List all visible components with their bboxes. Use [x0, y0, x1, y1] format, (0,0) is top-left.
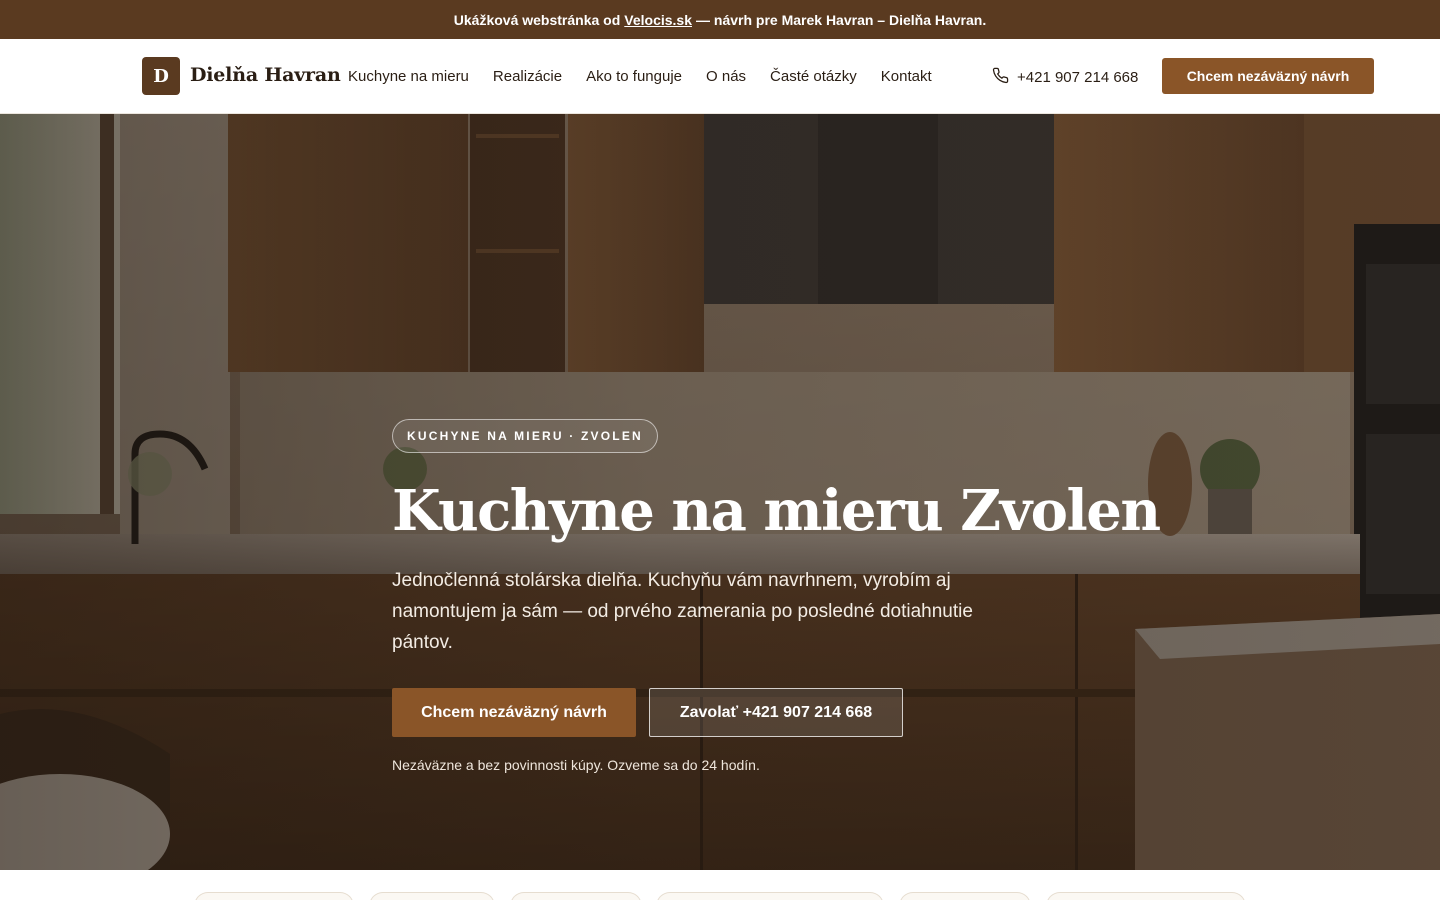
nav-item-caste-otazky[interactable]: Časté otázky: [770, 68, 857, 85]
phone-icon: [992, 67, 1009, 88]
next-section-strip: [0, 870, 1440, 900]
feature-chip: [194, 892, 354, 900]
hero-buttons: Chcem nezáväzný návrh Zavolať +421 907 2…: [392, 688, 1072, 737]
logo-mark[interactable]: D: [142, 57, 180, 95]
feature-chip: [1046, 892, 1246, 900]
feature-chip: [369, 892, 495, 900]
header-cta-button[interactable]: Chcem nezáväzný návrh: [1162, 58, 1374, 94]
feature-chip: [899, 892, 1031, 900]
banner-prefix: Ukážková webstránka od: [453, 11, 621, 28]
nav-item-realizacie[interactable]: Realizácie: [493, 68, 562, 85]
hero-title: Kuchyne na mieru Zvolen: [392, 478, 1161, 544]
nav-item-kontakt[interactable]: Kontakt: [881, 68, 932, 85]
hero-section: KUCHYNE NA MIERU · ZVOLEN Kuchyne na mie…: [0, 114, 1440, 870]
feature-chip: [510, 892, 642, 900]
hero-note: Nezáväzne a bez povinnosti kúpy. Ozveme …: [392, 757, 760, 773]
site-header: D Dielňa Havran Kuchyne na mieru Realizá…: [0, 39, 1440, 114]
hero-subtitle: Jednočlenná stolárska dielňa. Kuchyňu vá…: [392, 570, 973, 653]
hero-eyebrow-badge: KUCHYNE NA MIERU · ZVOLEN: [392, 419, 658, 453]
demo-banner: Ukážková webstránka od Velocis.sk — návr…: [0, 0, 1440, 39]
main-nav: Kuchyne na mieru Realizácie Ako to fungu…: [348, 68, 932, 85]
feature-chip: [656, 892, 884, 900]
banner-link[interactable]: Velocis.sk: [624, 12, 692, 28]
logo-text[interactable]: Dielňa Havran: [190, 64, 341, 86]
nav-item-o-nas[interactable]: O nás: [706, 68, 746, 85]
hero-content: KUCHYNE NA MIERU · ZVOLEN Kuchyne na mie…: [392, 419, 1161, 773]
nav-item-kuchyne[interactable]: Kuchyne na mieru: [348, 68, 469, 85]
nav-item-ako-to-funguje[interactable]: Ako to funguje: [586, 68, 682, 85]
header-phone-link[interactable]: +421 907 214 668: [992, 67, 1138, 88]
header-phone-number: +421 907 214 668: [1017, 69, 1139, 86]
banner-suffix: — návrh pre Marek Havran – Dielňa Havran…: [696, 11, 987, 28]
hero-call-button[interactable]: Zavolať +421 907 214 668: [649, 688, 903, 737]
hero-cta-button[interactable]: Chcem nezáväzný návrh: [392, 688, 636, 737]
